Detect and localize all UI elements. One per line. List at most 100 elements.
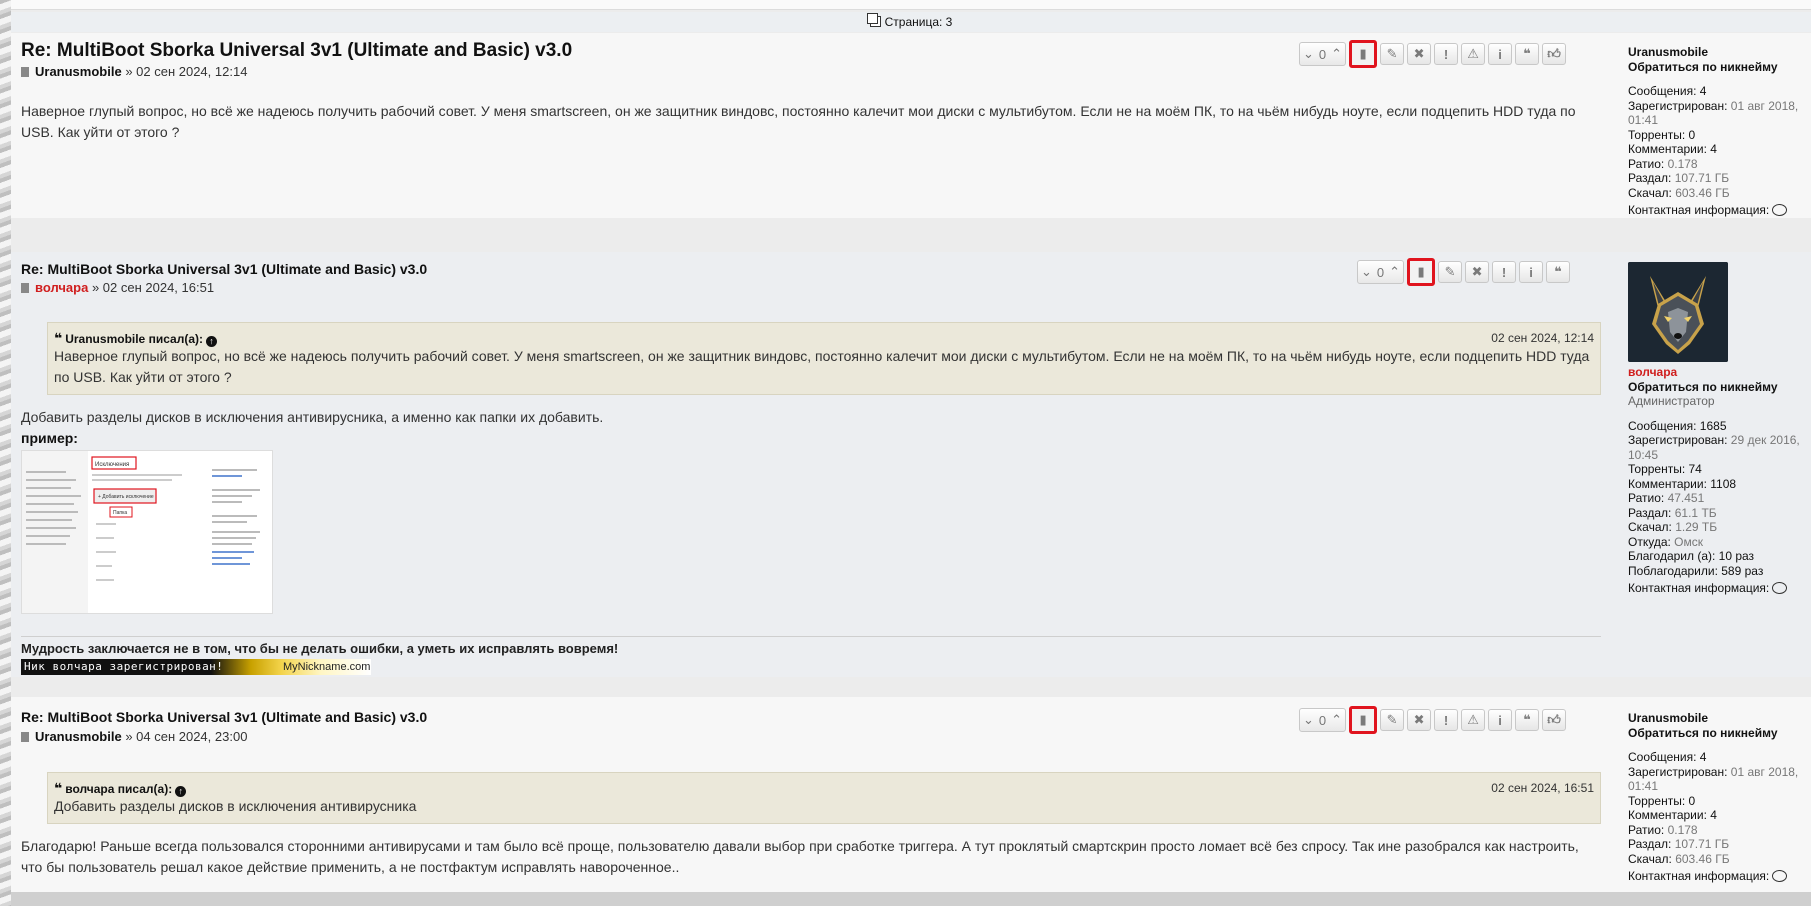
edit-button[interactable]: ✎ xyxy=(1380,43,1405,65)
warn-button[interactable]: ⚠ xyxy=(1461,709,1486,731)
pages-icon xyxy=(866,13,881,27)
exclamation-icon: ! xyxy=(1443,46,1449,62)
bookmark-icon: ▮ xyxy=(1359,712,1367,727)
quote-icon: ❝ xyxy=(54,780,63,796)
page-indicator[interactable]: Страница: 3 xyxy=(885,15,953,29)
user-profile: волчара Обратиться по никнейму Администр… xyxy=(1628,262,1808,596)
quote-icon: ❝ xyxy=(1523,712,1531,727)
profile-registered: Зарегистрирован: 01 авг 2018, 01:41 xyxy=(1628,98,1799,128)
quote-author[interactable]: волчара xyxy=(65,782,114,796)
post-author[interactable]: волчара xyxy=(35,280,88,295)
profile-torrents[interactable]: Торренты: 74 xyxy=(1628,462,1808,477)
delete-icon: ✖ xyxy=(1413,46,1425,61)
report-button[interactable]: ! xyxy=(1434,709,1459,731)
quote-button[interactable]: ❝ xyxy=(1515,709,1540,731)
example-label: пример: xyxy=(21,430,78,446)
quote-block: ❝ Uranusmobile писал(а): ↑ 02 сен 2024, 12… xyxy=(47,322,1601,395)
info-button[interactable]: i xyxy=(1488,709,1513,731)
post-title[interactable]: Re: MultiBoot Sborka Universal 3v1 (Ulti… xyxy=(21,709,427,725)
chevron-up-icon[interactable]: ⌃ xyxy=(1331,46,1342,62)
profile-was-thanked[interactable]: Поблагодарили: 589 раз xyxy=(1628,564,1808,579)
profile-username[interactable]: волчара xyxy=(1628,365,1808,380)
post-author[interactable]: Uranusmobile xyxy=(35,729,122,744)
profile-download: Скачал: 1.29 ТБ xyxy=(1628,520,1718,534)
profile-comments[interactable]: Комментарии: 4 xyxy=(1628,142,1808,157)
avatar[interactable] xyxy=(1628,262,1728,362)
user-profile: Uranusmobile Обратиться по никнейму Сооб… xyxy=(1628,45,1808,218)
post-3: Re: MultiBoot Sborka Universal 3v1 (Ulti… xyxy=(11,697,1811,892)
profile-thanked[interactable]: Благодарил (а): 10 раз xyxy=(1628,549,1808,564)
bookmark-button[interactable]: ▮ xyxy=(1407,258,1436,286)
delete-button[interactable]: ✖ xyxy=(1407,709,1432,731)
chevron-up-icon[interactable]: ⌃ xyxy=(1331,712,1342,728)
chevron-down-icon[interactable]: ⌄ xyxy=(1303,712,1314,728)
profile-username[interactable]: Uranusmobile xyxy=(1628,45,1808,60)
post-icon xyxy=(21,732,29,742)
profile-comments[interactable]: Комментарии: 4 xyxy=(1628,808,1808,823)
profile-download: Скачал: 603.46 ГБ xyxy=(1628,851,1730,866)
profile-upload: Раздал: 107.71 ГБ xyxy=(1628,171,1730,185)
bookmark-button[interactable]: ▮ xyxy=(1349,40,1378,68)
post-meta: Uranusmobile » 04 сен 2024, 23:00 xyxy=(21,729,247,744)
chevron-down-icon[interactable]: ⌄ xyxy=(1361,264,1372,280)
profile-contact-info: Контактная информация: xyxy=(1628,203,1808,218)
report-button[interactable]: ! xyxy=(1434,43,1459,65)
post-icon xyxy=(21,67,29,77)
post-author[interactable]: Uranusmobile xyxy=(35,64,122,79)
thumb-header: Исключения xyxy=(95,462,129,468)
chevron-down-icon[interactable]: ⌄ xyxy=(1303,46,1314,62)
bookmark-button[interactable]: ▮ xyxy=(1349,706,1378,734)
info-button[interactable]: i xyxy=(1488,43,1513,65)
warning-icon: ⚠ xyxy=(1467,46,1479,61)
speech-bubble-icon[interactable] xyxy=(1772,870,1788,882)
post-icon xyxy=(21,283,29,293)
profile-registered: Зарегистрирован: 01 авг 2018, 01:41 xyxy=(1628,764,1799,794)
delete-button[interactable]: ✖ xyxy=(1407,43,1432,65)
contact-by-nick-link[interactable]: Обратиться по никнейму xyxy=(1628,60,1808,75)
post-meta: Uranusmobile » 02 сен 2024, 12:14 xyxy=(21,64,247,79)
vote-count: 0 xyxy=(1318,712,1327,728)
quote-button[interactable]: ❝ xyxy=(1546,261,1571,283)
profile-torrents[interactable]: Торренты: 0 xyxy=(1628,128,1808,143)
post-meta: волчара » 02 сен 2024, 16:51 xyxy=(21,280,214,295)
chevron-up-icon[interactable]: ⌃ xyxy=(1389,264,1400,280)
contact-by-nick-link[interactable]: Обратиться по никнейму xyxy=(1628,380,1808,395)
report-button[interactable]: ! xyxy=(1492,261,1517,283)
post-title[interactable]: Re: MultiBoot Sborka Universal 3v1 (Ulti… xyxy=(21,40,572,62)
exclamation-icon: ! xyxy=(1501,264,1507,280)
edit-button[interactable]: ✎ xyxy=(1380,709,1405,731)
quote-button[interactable]: ❝ xyxy=(1515,43,1540,65)
like-button[interactable]: 👍︎ xyxy=(1542,43,1567,65)
delete-button[interactable]: ✖ xyxy=(1465,261,1490,283)
delete-icon: ✖ xyxy=(1471,264,1483,279)
quote-icon: ❝ xyxy=(54,330,63,346)
quote-author[interactable]: Uranusmobile xyxy=(65,332,145,346)
speech-bubble-icon[interactable] xyxy=(1772,582,1788,594)
arrow-up-icon[interactable]: ↑ xyxy=(175,786,187,797)
screenshot-attachment[interactable]: Исключения + Добавить исключение Папка xyxy=(21,450,273,614)
quote-header: ❝ волчара писал(а): ↑ 02 сен 2024, 16:51 xyxy=(54,778,1594,797)
thumb-menu-item: Папка xyxy=(113,510,127,516)
profile-username[interactable]: Uranusmobile xyxy=(1628,711,1808,726)
info-button[interactable]: i xyxy=(1519,261,1544,283)
warn-button[interactable]: ⚠ xyxy=(1461,43,1486,65)
post-title[interactable]: Re: MultiBoot Sborka Universal 3v1 (Ulti… xyxy=(21,261,427,277)
profile-messages[interactable]: Сообщения: 1685 xyxy=(1628,419,1808,434)
profile-download: Скачал: 603.46 ГБ xyxy=(1628,185,1730,200)
like-button[interactable]: 👍︎ xyxy=(1542,709,1567,731)
profile-torrents[interactable]: Торренты: 0 xyxy=(1628,794,1808,809)
speech-bubble-icon[interactable] xyxy=(1772,204,1788,216)
exclamation-icon: ! xyxy=(1443,712,1449,728)
quote-date: 02 сен 2024, 12:14 xyxy=(1491,331,1594,345)
signature-banner[interactable]: Ник волчара зарегистрирован! MyNickname.… xyxy=(21,659,371,675)
arrow-up-icon[interactable]: ↑ xyxy=(205,336,217,347)
edit-button[interactable]: ✎ xyxy=(1438,261,1463,283)
thumbs-up-icon: 👍︎ xyxy=(1547,712,1561,727)
profile-messages[interactable]: Сообщения: 4 xyxy=(1628,84,1808,99)
vote-control: ⌄ 0 ⌃ xyxy=(1299,42,1347,66)
pencil-icon: ✎ xyxy=(1444,264,1456,279)
profile-comments[interactable]: Комментарии: 1108 xyxy=(1628,477,1808,492)
profile-messages[interactable]: Сообщения: 4 xyxy=(1628,750,1808,765)
contact-by-nick-link[interactable]: Обратиться по никнейму xyxy=(1628,726,1808,741)
bookmark-icon: ▮ xyxy=(1359,46,1367,61)
